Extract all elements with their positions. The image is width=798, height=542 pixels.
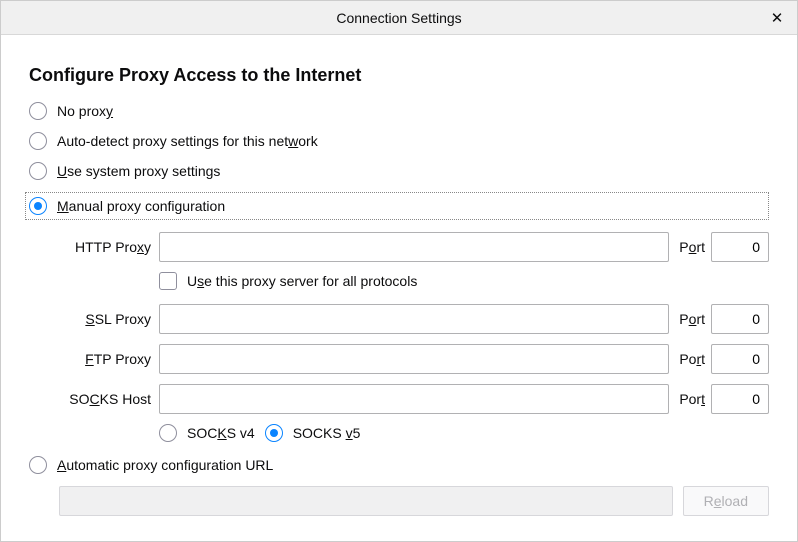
radio-auto-url[interactable] (29, 456, 47, 474)
ftp-proxy-input[interactable] (159, 344, 669, 374)
socks-port-label: Port (675, 391, 705, 407)
ssl-proxy-input[interactable] (159, 304, 669, 334)
use-for-all-label: Use this proxy server for all protocols (187, 273, 417, 289)
radio-row-auto-url[interactable]: Automatic proxy configuration URL (29, 456, 769, 474)
dialog-title: Connection Settings (336, 10, 461, 26)
ssl-port-input[interactable] (711, 304, 769, 334)
radio-no-proxy[interactable] (29, 102, 47, 120)
ftp-port-input[interactable] (711, 344, 769, 374)
http-port-input[interactable] (711, 232, 769, 262)
http-proxy-row: HTTP Proxy Port (59, 232, 769, 262)
socks-v5-label: SOCKS v5 (293, 425, 361, 441)
socks-host-label: SOCKS Host (59, 391, 153, 407)
use-for-all-row[interactable]: Use this proxy server for all protocols (159, 272, 769, 290)
http-proxy-input[interactable] (159, 232, 669, 262)
ssl-port-label: Port (675, 311, 705, 327)
radio-socks-v4[interactable] (159, 424, 177, 442)
radio-label-auto-detect: Auto-detect proxy settings for this netw… (57, 133, 318, 149)
http-port-label: Port (675, 239, 705, 255)
manual-proxy-block: HTTP Proxy Port Use this proxy server fo… (29, 232, 769, 442)
radio-row-system[interactable]: Use system proxy settings (29, 162, 769, 180)
radio-label-auto-url: Automatic proxy configuration URL (57, 457, 273, 473)
connection-settings-dialog: Connection Settings ✕ Configure Proxy Ac… (0, 0, 798, 542)
http-proxy-label: HTTP Proxy (59, 239, 153, 255)
reload-button: Reload (683, 486, 769, 516)
ftp-port-label: Port (675, 351, 705, 367)
radio-socks-v5[interactable] (265, 424, 283, 442)
ssl-proxy-row: SSL Proxy Port (59, 304, 769, 334)
radio-row-manual[interactable]: Manual proxy configuration (25, 192, 769, 220)
use-for-all-checkbox[interactable] (159, 272, 177, 290)
radio-manual[interactable] (29, 197, 47, 215)
socks-port-input[interactable] (711, 384, 769, 414)
socks-version-row: SOCKS v4 SOCKS v5 (159, 424, 769, 442)
ftp-proxy-row: FTP Proxy Port (59, 344, 769, 374)
ssl-proxy-label: SSL Proxy (59, 311, 153, 327)
auto-url-row: Reload (29, 486, 769, 516)
socks-v4-label: SOCKS v4 (187, 425, 255, 441)
titlebar: Connection Settings ✕ (1, 1, 797, 35)
radio-row-no-proxy[interactable]: No proxy (29, 102, 769, 120)
socks-host-input[interactable] (159, 384, 669, 414)
radio-label-manual: Manual proxy configuration (57, 198, 225, 214)
ftp-proxy-label: FTP Proxy (59, 351, 153, 367)
radio-label-system: Use system proxy settings (57, 163, 220, 179)
close-icon: ✕ (771, 9, 784, 27)
heading: Configure Proxy Access to the Internet (29, 65, 769, 86)
close-button[interactable]: ✕ (767, 8, 787, 28)
dialog-content: Configure Proxy Access to the Internet N… (1, 35, 797, 541)
auto-url-input (59, 486, 673, 516)
socks-host-row: SOCKS Host Port (59, 384, 769, 414)
radio-row-auto-detect[interactable]: Auto-detect proxy settings for this netw… (29, 132, 769, 150)
radio-auto-detect[interactable] (29, 132, 47, 150)
radio-system[interactable] (29, 162, 47, 180)
radio-label-no-proxy: No proxy (57, 103, 113, 119)
